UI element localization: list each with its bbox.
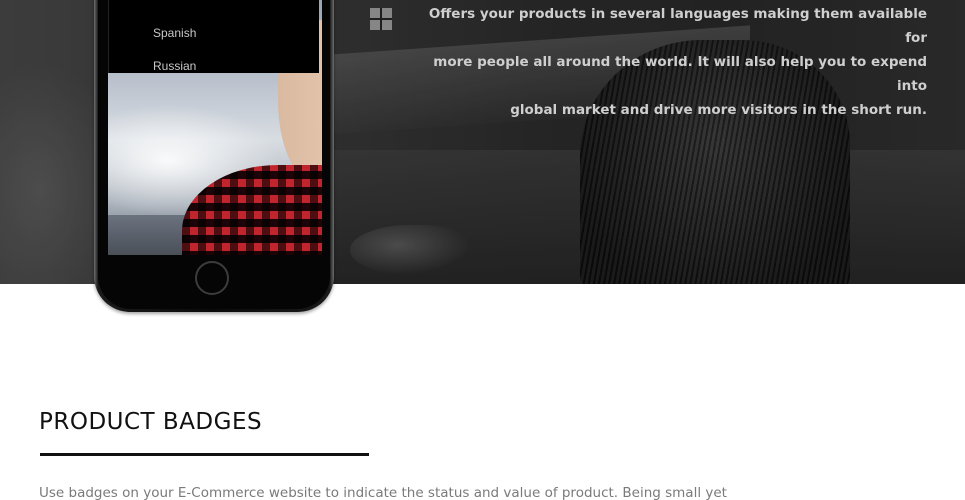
phone-home-button [195, 261, 229, 295]
page: Offers your products in several language… [0, 0, 965, 500]
language-menu: Spanish Russian [108, 0, 319, 73]
hero-description: Offers your products in several language… [420, 2, 927, 122]
phone-mockup: Spanish Russian [94, 0, 334, 312]
language-option-spanish[interactable]: Spanish [153, 26, 196, 40]
hero-description-line: Offers your products in several language… [428, 6, 927, 46]
language-option-russian[interactable]: Russian [153, 59, 196, 73]
section-description: Use badges on your E-Commerce website to… [39, 485, 727, 500]
hero-description-line: global market and drive more visitors in… [510, 102, 927, 118]
section-title-underline [40, 453, 369, 456]
section-title: PRODUCT BADGES [39, 409, 263, 435]
hero-description-line: more people all around the world. It wil… [433, 54, 927, 94]
phone-screen: Spanish Russian [108, 0, 322, 255]
